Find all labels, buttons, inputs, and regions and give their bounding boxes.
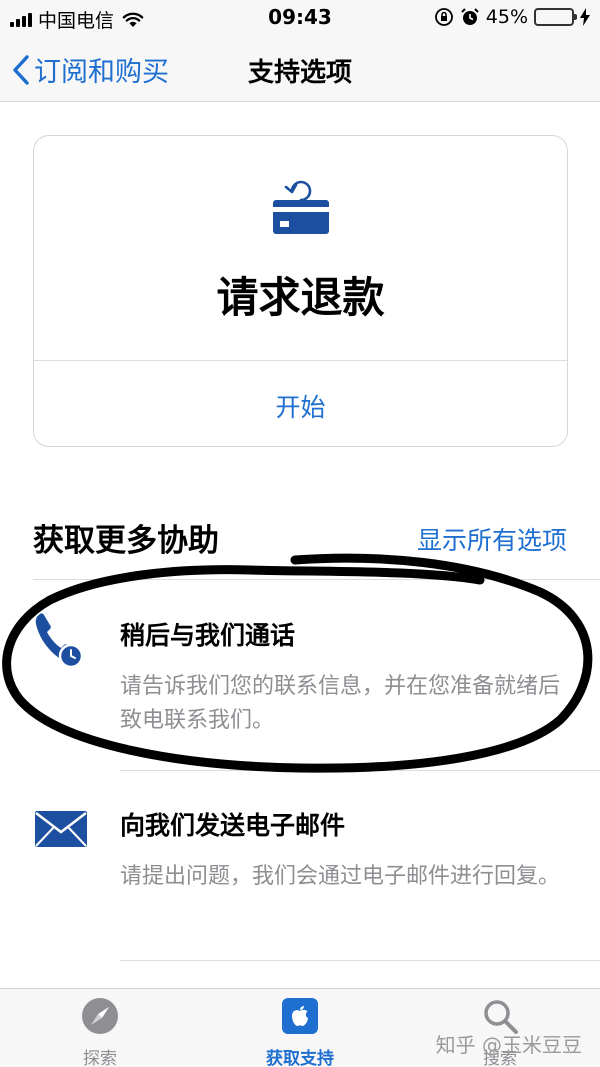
charging-icon (580, 8, 590, 26)
start-refund-button[interactable]: 开始 (34, 388, 567, 424)
orientation-lock-icon (434, 8, 453, 26)
page-title: 支持选项 (247, 58, 352, 88)
card-divider (34, 360, 567, 361)
refund-card: 请求退款 开始 (33, 135, 568, 447)
refund-card-icon (273, 180, 329, 234)
compass-icon (82, 998, 118, 1034)
section-divider (33, 579, 600, 580)
option-description: 请提出问题，我们会通过电子邮件进行回复。 (120, 864, 561, 889)
tab-get-support[interactable]: 获取支持 (200, 989, 400, 1067)
email-option[interactable]: 向我们发送电子邮件 请提出问题，我们会通过电子邮件进行回复。 (0, 790, 600, 960)
option-divider (120, 770, 600, 771)
status-bar: 中国电信 09:43 45% (0, 0, 600, 36)
tab-label: 获取支持 (266, 1049, 334, 1067)
option-description: 请告诉我们您的联系信息，并在您准备就绪后致电联系我们。 (120, 674, 561, 733)
refund-title: 请求退款 (216, 273, 385, 322)
tab-explore[interactable]: 探索 (0, 989, 200, 1067)
battery-percent: 45% (485, 6, 528, 28)
apple-icon (282, 998, 318, 1034)
section-title: 获取更多协助 (33, 523, 219, 559)
call-later-option[interactable]: 稍后与我们通话 请告诉我们您的联系信息，并在您准备就绪后致电联系我们。 (0, 600, 600, 770)
tab-label: 探索 (83, 1049, 117, 1067)
phone-clock-icon (35, 613, 84, 669)
navigation-bar: 订阅和购买 支持选项 (0, 36, 600, 102)
envelope-icon (35, 811, 87, 847)
battery-icon (534, 8, 577, 26)
status-right: 45% (434, 6, 590, 28)
show-all-options-link[interactable]: 显示所有选项 (417, 521, 567, 557)
option-title: 稍后与我们通话 (120, 621, 296, 650)
watermark: 知乎 @玉米豆豆 (435, 1033, 582, 1057)
option-title: 向我们发送电子邮件 (120, 811, 346, 840)
alarm-icon (461, 8, 479, 25)
option-divider (120, 960, 600, 961)
